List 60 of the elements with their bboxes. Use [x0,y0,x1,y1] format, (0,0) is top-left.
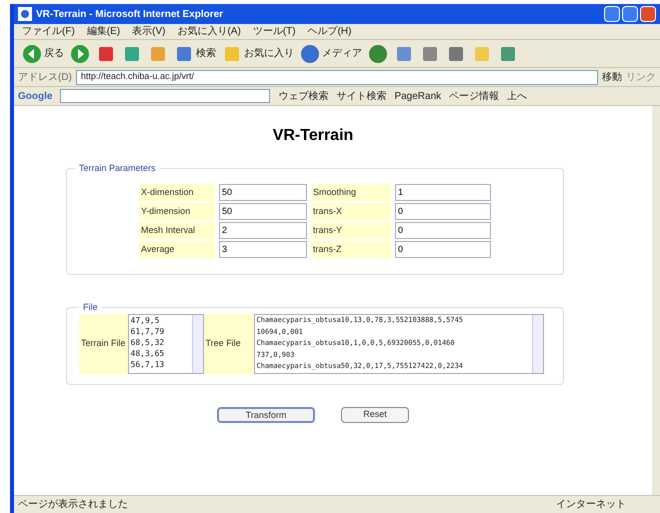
zone-text: インターネット [556,498,626,512]
parameter-label: trans-Y [311,222,391,238]
google-toolbar-item[interactable]: 上へ [507,88,528,104]
terrain-file-label: Terrain File [79,314,128,374]
address-label: アドレス(D) [18,70,72,84]
google-toolbar-item[interactable]: ウェブ検索 [278,88,328,104]
parameter-label: Average [139,240,215,258]
toolbar-label[interactable]: 検索 [196,46,216,61]
parameter-field[interactable]: 50 [219,184,307,200]
toolbar-label[interactable]: 戻る [44,46,64,61]
address-field[interactable]: http://teach.chiba-u.ac.jp/vrt/ [76,70,598,84]
maximize-button[interactable] [622,6,638,22]
panel-legend: Terrain Parameters [75,162,160,176]
google-toolbar-item[interactable]: ページ情報 [449,88,500,104]
close-button[interactable] [640,6,656,22]
parameter-label: Mesh Interval [139,222,215,238]
minimize-button[interactable] [604,6,620,22]
parameter-label: trans-X [311,202,391,220]
forward-icon[interactable] [70,44,90,64]
parameter-field[interactable]: 50 [219,202,307,220]
list-item[interactable]: 61,7,79 [130,326,192,337]
window-title: VR-Terrain - Microsoft Internet Explorer [36,8,224,22]
menu-item[interactable]: 編集(E) [86,24,120,39]
list-item[interactable]: 48,3,65 [130,348,192,359]
menu-item[interactable]: お気に入り(A) [177,24,241,39]
scrollbar[interactable] [192,315,203,373]
google-toolbar-item[interactable]: PageRank [394,88,442,104]
parameter-field[interactable]: 0 [395,222,491,238]
form-button[interactable]: Transform [217,407,315,423]
google-search-field[interactable] [60,89,270,103]
browser-icon [18,7,32,21]
page-heading: VR-Terrain [272,126,354,146]
list-item[interactable]: 68,5,32 [130,337,192,348]
tree-file-label: Tree File [204,314,254,374]
google-toolbar-item[interactable]: サイト検索 [336,88,386,104]
menu-item[interactable]: ファイル(F) [22,24,75,39]
google-logo: Google [18,90,52,104]
menu-item[interactable]: 表示(V) [132,24,166,39]
panel-legend: File [79,300,102,314]
parameter-field[interactable]: 3 [219,240,307,258]
status-text: ページが表示されました [18,498,128,512]
parameter-field[interactable]: 0 [395,202,491,220]
back-icon[interactable] [22,44,42,64]
menu-item[interactable]: ヘルプ(H) [308,24,352,39]
scrollbar[interactable] [532,315,543,373]
parameter-label: Y-dimension [139,202,215,220]
parameter-field[interactable]: 0 [395,240,491,258]
parameter-label: Smoothing [311,184,391,200]
parameter-label: X-dimenstion [139,184,215,200]
parameter-field[interactable]: 2 [219,222,307,238]
parameter-field[interactable]: 1 [395,184,491,200]
list-item[interactable]: 56,7,13 [130,359,192,370]
terrain-file-list[interactable]: 47,9,5 61,7,79 68,5,32 48,3,65 56,7,13 [128,314,204,374]
menu-item[interactable]: ツール(T) [252,24,296,39]
toolbar-label[interactable]: お気に入り [244,46,294,61]
toolbar-label[interactable]: メディア [322,46,362,61]
parameter-label: trans-Z [311,240,391,258]
list-item[interactable]: 47,9,5 [130,315,192,326]
go-button[interactable]: 移動 [602,70,622,84]
form-button[interactable]: Reset [341,407,409,423]
